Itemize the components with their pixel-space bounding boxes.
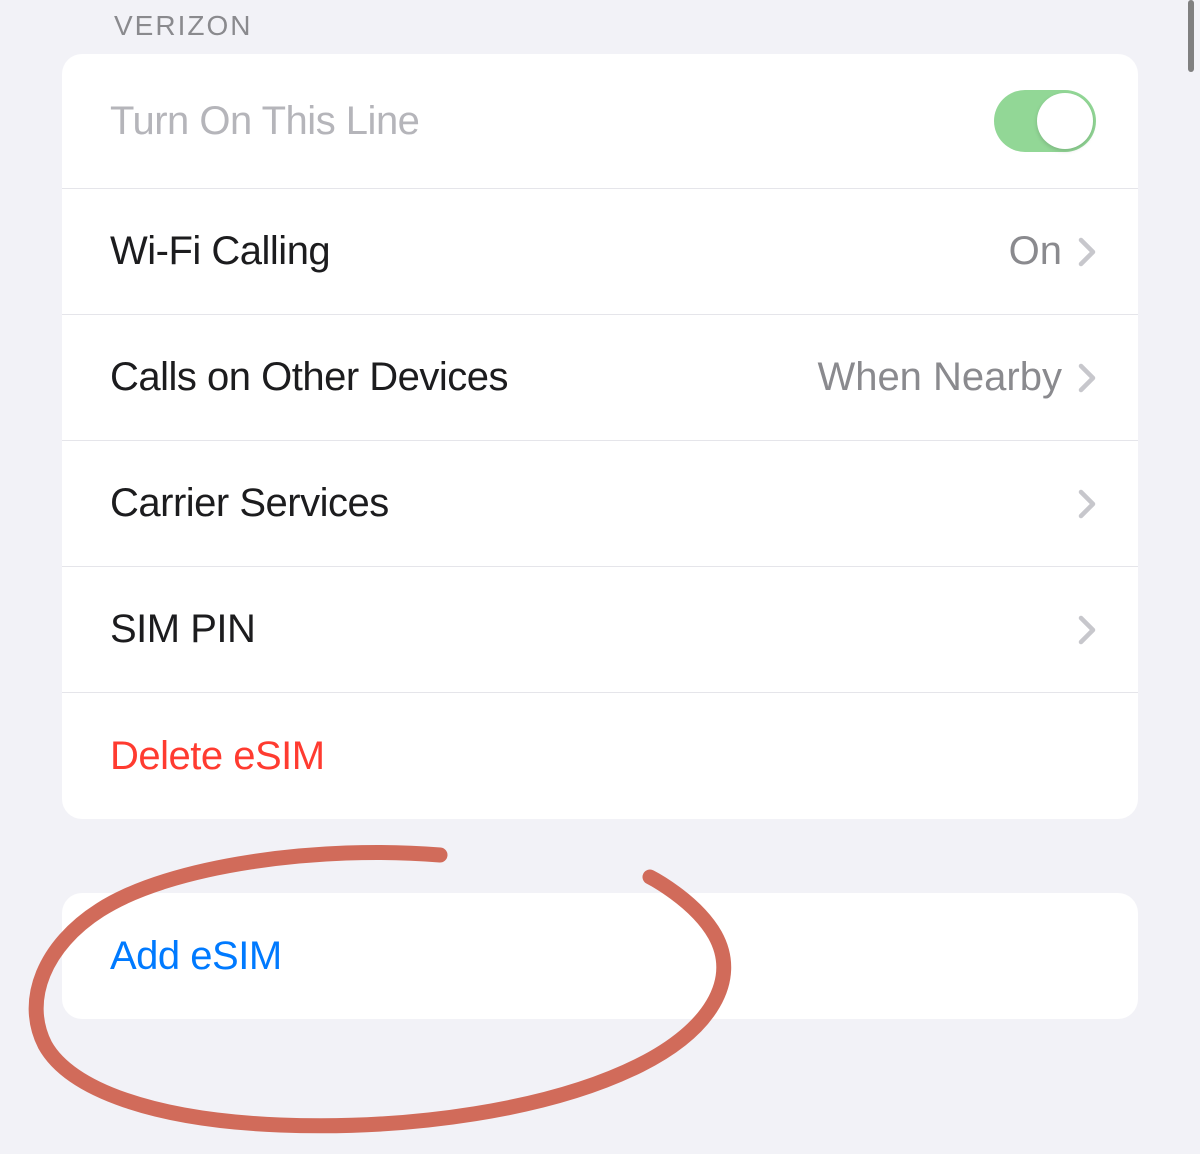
toggle-knob	[1037, 93, 1093, 149]
toggle-turn-on-line[interactable]	[994, 90, 1096, 152]
row-value-wifi-calling: On	[1009, 229, 1062, 274]
row-value-calls-other-devices: When Nearby	[817, 355, 1062, 400]
row-right	[1078, 615, 1096, 645]
row-label-calls-other-devices: Calls on Other Devices	[110, 355, 508, 400]
row-right: When Nearby	[817, 355, 1096, 400]
row-sim-pin[interactable]: SIM PIN	[62, 567, 1138, 693]
row-delete-esim[interactable]: Delete eSIM	[62, 693, 1138, 819]
row-label-carrier-services: Carrier Services	[110, 481, 389, 526]
row-label-turn-on-line: Turn On This Line	[110, 99, 419, 144]
row-right	[1078, 489, 1096, 519]
section-header-verizon: VERIZON	[0, 0, 1200, 54]
chevron-right-icon	[1078, 237, 1096, 267]
row-label-add-esim: Add eSIM	[110, 934, 282, 979]
group-spacer	[0, 819, 1200, 893]
row-carrier-services[interactable]: Carrier Services	[62, 441, 1138, 567]
chevron-right-icon	[1078, 615, 1096, 645]
settings-group-add-esim: Add eSIM	[62, 893, 1138, 1019]
row-calls-other-devices[interactable]: Calls on Other Devices When Nearby	[62, 315, 1138, 441]
row-wifi-calling[interactable]: Wi-Fi Calling On	[62, 189, 1138, 315]
row-add-esim[interactable]: Add eSIM	[62, 893, 1138, 1019]
row-label-sim-pin: SIM PIN	[110, 607, 255, 652]
chevron-right-icon	[1078, 489, 1096, 519]
settings-group-verizon: Turn On This Line Wi-Fi Calling On Calls…	[62, 54, 1138, 819]
row-turn-on-this-line[interactable]: Turn On This Line	[62, 54, 1138, 189]
row-label-wifi-calling: Wi-Fi Calling	[110, 229, 330, 274]
row-right: On	[1009, 229, 1096, 274]
chevron-right-icon	[1078, 363, 1096, 393]
scrollbar[interactable]	[1188, 0, 1194, 72]
row-label-delete-esim: Delete eSIM	[110, 734, 325, 779]
